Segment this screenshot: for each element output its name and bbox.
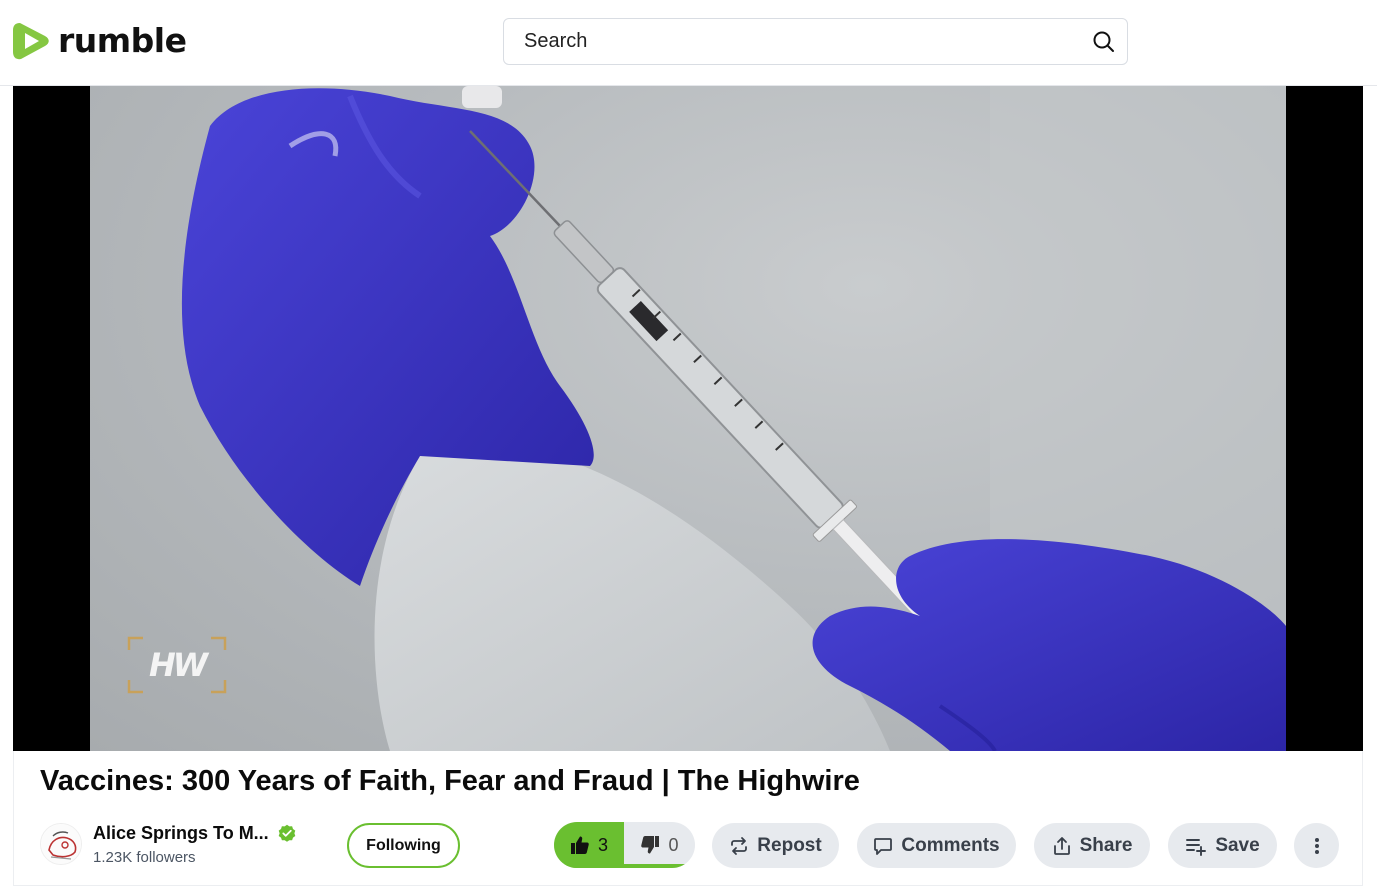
search-input[interactable]: [524, 19, 1084, 64]
save-icon: [1186, 838, 1207, 856]
repost-label: Repost: [757, 834, 822, 856]
share-button[interactable]: Share: [1034, 823, 1150, 868]
video-frame[interactable]: HW: [90, 86, 1286, 751]
share-label: Share: [1079, 834, 1133, 856]
video-details: Vaccines: 300 Years of Faith, Fear and F…: [13, 751, 1363, 886]
follow-button[interactable]: Following: [347, 823, 460, 868]
search-bar[interactable]: [503, 18, 1128, 65]
follower-count: 1.23K followers: [93, 849, 196, 866]
logo-wordmark: rumble: [58, 21, 187, 60]
like-count: 3: [597, 834, 608, 855]
video-title: Vaccines: 300 Years of Faith, Fear and F…: [40, 765, 860, 797]
more-options-button[interactable]: [1294, 823, 1339, 868]
like-button[interactable]: 3: [554, 822, 624, 868]
video-scene-image: [181, 86, 1286, 751]
save-label: Save: [1215, 834, 1260, 856]
vote-control: 3 0: [554, 822, 695, 868]
top-header: rumble: [0, 0, 1377, 86]
share-icon: [1053, 836, 1070, 855]
channel-name[interactable]: Alice Springs To M...: [93, 823, 269, 844]
channel-watermark: HW: [127, 636, 227, 694]
repost-button[interactable]: Repost: [712, 823, 839, 868]
verified-icon: [278, 824, 296, 842]
rumble-logo[interactable]: rumble: [12, 20, 187, 62]
watermark-text: HW: [148, 646, 208, 684]
more-icon: [1314, 837, 1319, 854]
comments-button[interactable]: Comments: [857, 823, 1016, 868]
rumble-logo-icon: [13, 23, 49, 60]
repost-icon: [731, 836, 748, 855]
save-button[interactable]: Save: [1168, 823, 1277, 868]
video-player[interactable]: HW: [13, 86, 1363, 751]
comment-icon: [874, 837, 893, 855]
avatar-image: [41, 824, 81, 864]
dislike-count: 0: [668, 834, 679, 855]
vote-ratio-bar: [554, 864, 695, 868]
thumbs-up-icon: [570, 836, 589, 854]
channel-avatar[interactable]: [40, 823, 82, 865]
thumbs-down-icon: [641, 836, 660, 854]
dislike-button[interactable]: 0: [624, 822, 695, 868]
search-icon[interactable]: [1091, 29, 1117, 55]
comments-label: Comments: [901, 834, 1000, 856]
